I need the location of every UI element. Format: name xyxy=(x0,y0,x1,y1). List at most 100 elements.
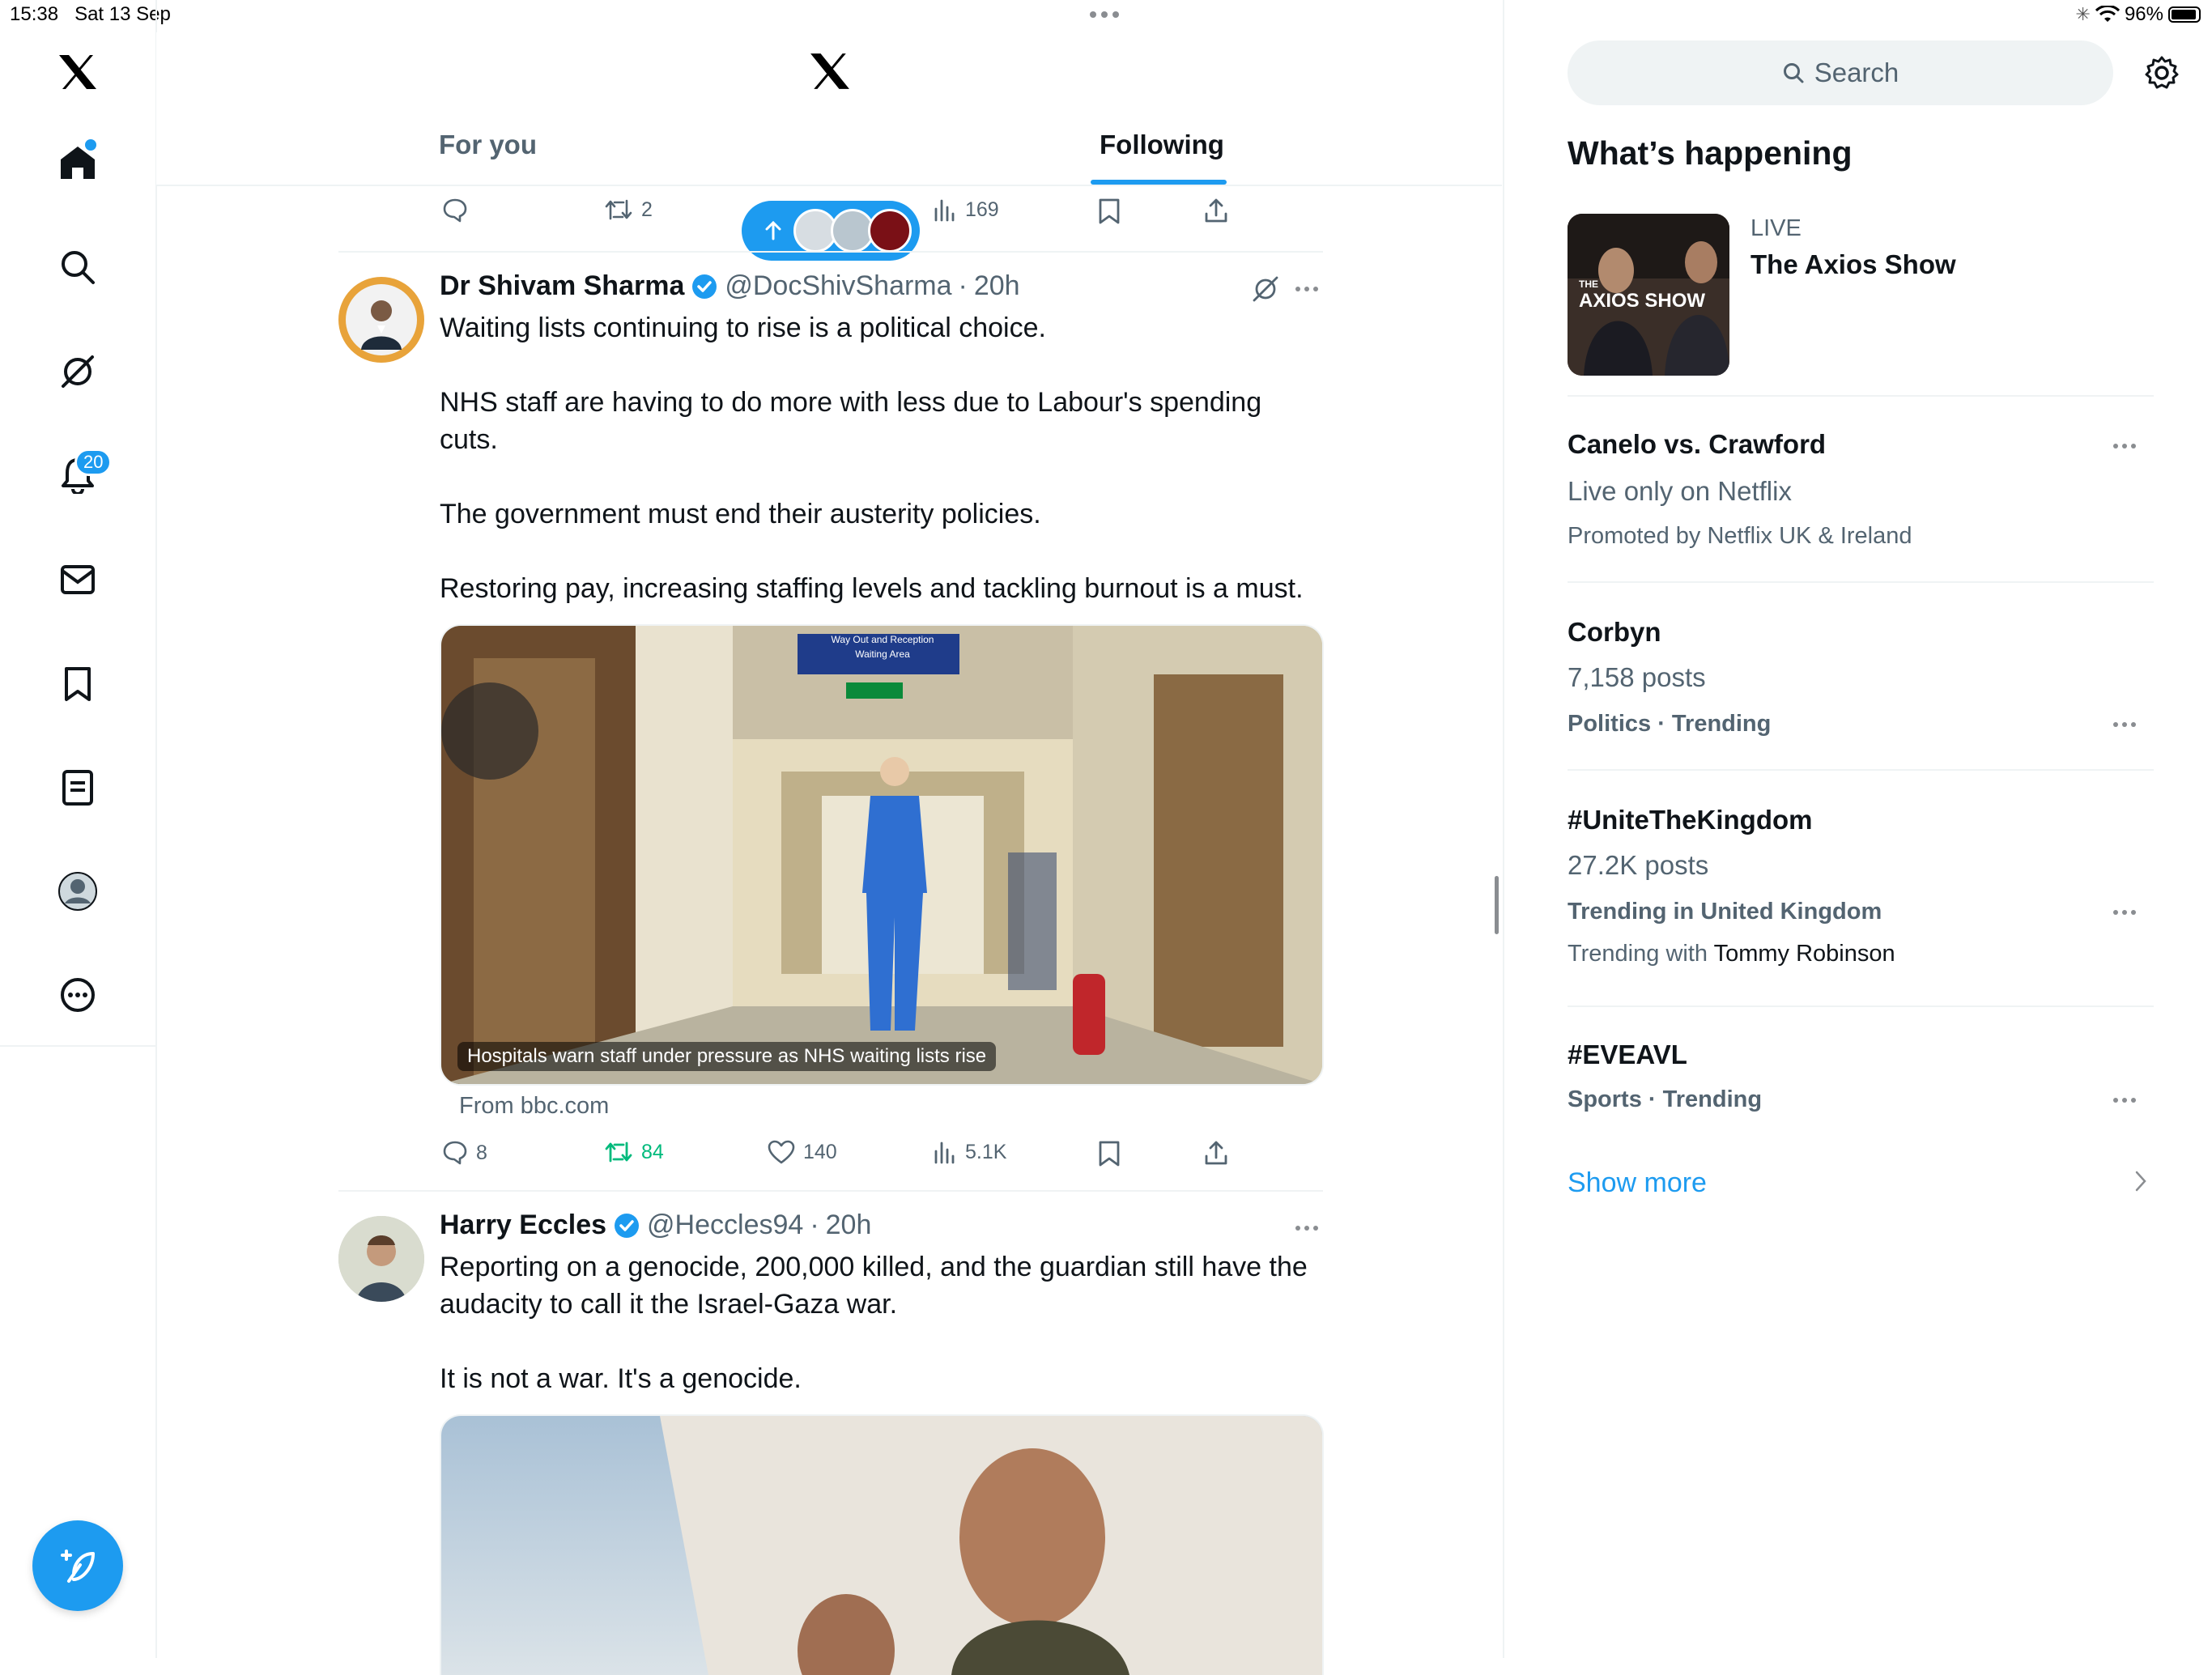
tab-for-you[interactable]: For you xyxy=(439,130,537,160)
verified-badge-icon xyxy=(615,1213,640,1238)
tweet-paragraph: The government must end their austerity … xyxy=(440,499,1041,529)
trend-more-button[interactable] xyxy=(2113,910,2136,915)
tweet-author-handle[interactable]: @Heccles94 xyxy=(647,1209,803,1241)
link-card-image[interactable]: Way Out and Reception Waiting Area Hospi… xyxy=(440,624,1324,1086)
like-button[interactable]: 140 xyxy=(768,1140,837,1164)
thumbnail-text-small: THE xyxy=(1579,278,1598,290)
more-circle-icon xyxy=(61,978,95,1012)
nav-lists[interactable] xyxy=(57,767,98,808)
trend-subtitle: 7,158 posts xyxy=(1568,662,1706,692)
dot-separator: · xyxy=(810,1209,819,1240)
tab-following[interactable]: Following xyxy=(1100,130,1224,160)
link-card-caption: Hospitals warn staff under pressure as N… xyxy=(457,1042,997,1071)
bookmark-icon xyxy=(1099,198,1120,224)
trending-with-name[interactable]: Tommy Robinson xyxy=(1714,941,1895,967)
live-label: LIVE xyxy=(1750,215,1802,241)
nav-messages[interactable] xyxy=(57,559,98,600)
avatar-icon xyxy=(58,872,97,911)
share-button[interactable] xyxy=(1203,1140,1229,1166)
tweet-paragraph: NHS staff are having to do more with les… xyxy=(440,387,1262,455)
prev-share-button[interactable] xyxy=(1203,198,1229,223)
nav-more[interactable] xyxy=(57,975,98,1015)
chevron-right-icon xyxy=(2134,1169,2147,1193)
views-count: 5.1K xyxy=(965,1140,1007,1163)
search-placeholder: Search xyxy=(1814,57,1899,87)
reply-icon xyxy=(443,198,467,223)
bookmark-button[interactable] xyxy=(1098,1140,1121,1167)
tweet-avatar[interactable] xyxy=(338,277,424,363)
loading-icon: ✳ xyxy=(2075,4,2091,24)
trend-title[interactable]: #EVEAVL xyxy=(1568,1039,1687,1070)
soldiers-photo xyxy=(441,1416,1322,1675)
tweet-author-name[interactable]: Dr Shivam Sharma xyxy=(440,270,684,302)
nav-profile[interactable] xyxy=(57,871,98,912)
prev-views-button[interactable]: 169 xyxy=(933,198,999,222)
prev-views-count: 169 xyxy=(965,198,999,221)
multitasking-dots[interactable] xyxy=(1090,11,1119,18)
new-post-avatar xyxy=(868,209,912,253)
trend-title[interactable]: Canelo vs. Crawford xyxy=(1568,429,1826,460)
status-right: ✳ 96% xyxy=(2076,3,2201,26)
prev-retweet-count: 2 xyxy=(641,198,653,221)
tweet-avatar[interactable] xyxy=(338,1216,424,1302)
nav-explore[interactable] xyxy=(57,247,98,287)
trend-subtitle: Live only on Netflix xyxy=(1568,476,1792,506)
header-divider xyxy=(156,185,1502,186)
bookmark-icon xyxy=(65,667,91,701)
x-logo-icon[interactable] xyxy=(57,52,98,92)
tweet-time[interactable]: 20h xyxy=(826,1209,872,1241)
trend-title[interactable]: #UniteTheKingdom xyxy=(1568,805,1813,835)
link-card-source[interactable]: From bbc.com xyxy=(459,1093,609,1120)
trend-more-button[interactable] xyxy=(2113,1098,2136,1103)
tweet-paragraph: It is not a war. It's a genocide. xyxy=(440,1363,802,1394)
retweet-count: 84 xyxy=(641,1140,664,1163)
trend-more-button[interactable] xyxy=(2113,444,2136,449)
compose-post-button[interactable] xyxy=(32,1520,123,1611)
tweet-paragraph: Restoring pay, increasing staffing level… xyxy=(440,573,1304,604)
retweet-button[interactable]: 84 xyxy=(604,1140,664,1164)
tweet-author-handle[interactable]: @DocShivSharma xyxy=(725,270,951,302)
settings-button[interactable] xyxy=(2144,55,2180,91)
views-button[interactable]: 5.1K xyxy=(933,1140,1006,1164)
tweet-more-button[interactable] xyxy=(1295,287,1318,291)
tweet-more-button[interactable] xyxy=(1295,1226,1318,1231)
nav-grok[interactable] xyxy=(57,351,98,392)
trend-meta: Sports · Trending xyxy=(1568,1086,1763,1112)
trend-more-button[interactable] xyxy=(2113,722,2136,727)
whats-happening-title: What’s happening xyxy=(1568,134,1853,172)
tweet-author-name[interactable]: Harry Eccles xyxy=(440,1209,606,1241)
tweet-image[interactable] xyxy=(440,1414,1324,1675)
list-icon xyxy=(62,770,93,806)
battery-icon xyxy=(2168,6,2201,23)
trend-separator xyxy=(1568,581,2154,583)
verified-badge-icon xyxy=(692,274,717,299)
trending-with-prefix: Trending with xyxy=(1568,941,1708,967)
tweet-body: Reporting on a genocide, 200,000 killed,… xyxy=(440,1248,1330,1397)
prev-reply-button[interactable] xyxy=(442,198,468,223)
reply-count: 8 xyxy=(476,1141,487,1164)
live-title[interactable]: The Axios Show xyxy=(1750,249,1956,280)
dot-separator: · xyxy=(958,270,968,301)
prev-retweet-button[interactable]: 2 xyxy=(604,198,653,222)
feed-scrollbar[interactable] xyxy=(1495,876,1499,934)
prev-bookmark-button[interactable] xyxy=(1098,198,1121,225)
retweet-icon xyxy=(605,1141,632,1163)
corridor-sign: Way Out and Reception Waiting Area xyxy=(806,632,959,661)
tweet-time[interactable]: 20h xyxy=(974,270,1020,302)
tweet-header: Harry Eccles @Heccles94 · 20h xyxy=(440,1209,871,1241)
reply-icon xyxy=(443,1141,467,1165)
show-more-link[interactable]: Show more xyxy=(1568,1167,1707,1199)
sign-text: Waiting Area xyxy=(855,648,910,660)
tweet-paragraph: Reporting on a genocide, 200,000 killed,… xyxy=(440,1252,1308,1320)
tweet-separator xyxy=(338,1190,1323,1192)
trend-separator xyxy=(1568,1005,2154,1007)
reply-button[interactable]: 8 xyxy=(442,1140,487,1166)
grok-explain-button[interactable] xyxy=(1252,275,1279,303)
trend-title[interactable]: Corbyn xyxy=(1568,617,1661,648)
nav-bookmarks[interactable] xyxy=(57,664,98,704)
retweet-icon xyxy=(605,199,632,220)
trend-separator xyxy=(1568,395,2154,397)
live-thumbnail[interactable]: THE AXIOS SHOW xyxy=(1568,214,1729,376)
grok-icon xyxy=(62,355,94,388)
search-input[interactable]: Search xyxy=(1568,40,2113,105)
